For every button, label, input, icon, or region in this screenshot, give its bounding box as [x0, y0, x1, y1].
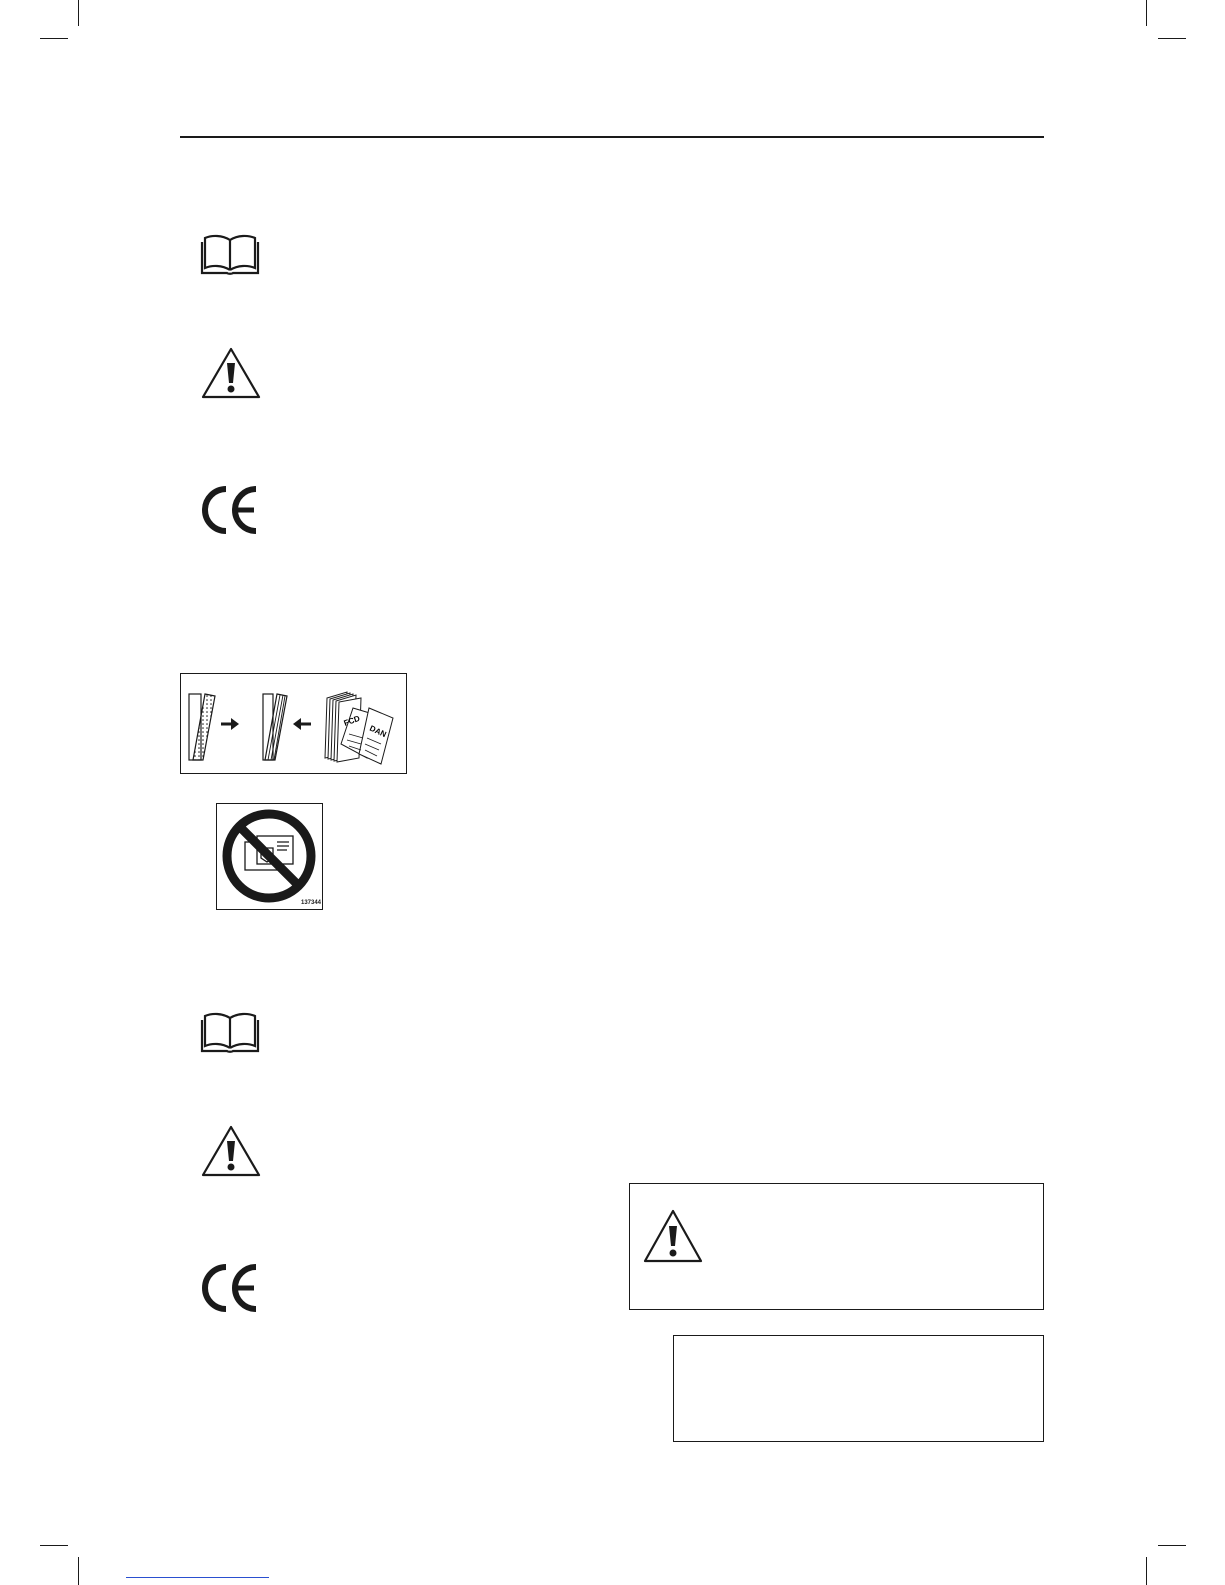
- crop-mark-top-right-horizontal: [1158, 38, 1186, 39]
- prohibition-sign-icon: [222, 809, 316, 903]
- crop-mark-bottom-right-vertical: [1146, 1557, 1147, 1585]
- disposal-illustration: FCD DAN: [188, 691, 394, 765]
- ce-mark-icon: [198, 484, 262, 536]
- header-rule: [180, 136, 1044, 138]
- book-icon-2: [200, 1010, 260, 1054]
- link-underline: [126, 1577, 269, 1578]
- crop-mark-top-right-vertical: [1146, 0, 1147, 26]
- book-icon: [200, 232, 260, 276]
- crop-mark-top-left-horizontal: [40, 38, 68, 39]
- note-box: [673, 1335, 1044, 1442]
- figure-code: 137344: [301, 900, 322, 906]
- prohibition-figure: 137344: [216, 803, 323, 910]
- disposal-figure: FCD DAN: [180, 673, 407, 774]
- warning-triangle-icon: [200, 346, 262, 400]
- warning-triangle-icon-2: [200, 1124, 262, 1178]
- ce-mark-icon-2: [198, 1262, 262, 1314]
- crop-mark-bottom-left-horizontal: [40, 1545, 68, 1546]
- crop-mark-bottom-left-vertical: [78, 1557, 79, 1585]
- warning-box: [629, 1183, 1044, 1310]
- crop-mark-top-left-vertical: [78, 0, 79, 26]
- crop-mark-bottom-right-horizontal: [1158, 1545, 1186, 1546]
- warning-triangle-icon: [642, 1208, 704, 1264]
